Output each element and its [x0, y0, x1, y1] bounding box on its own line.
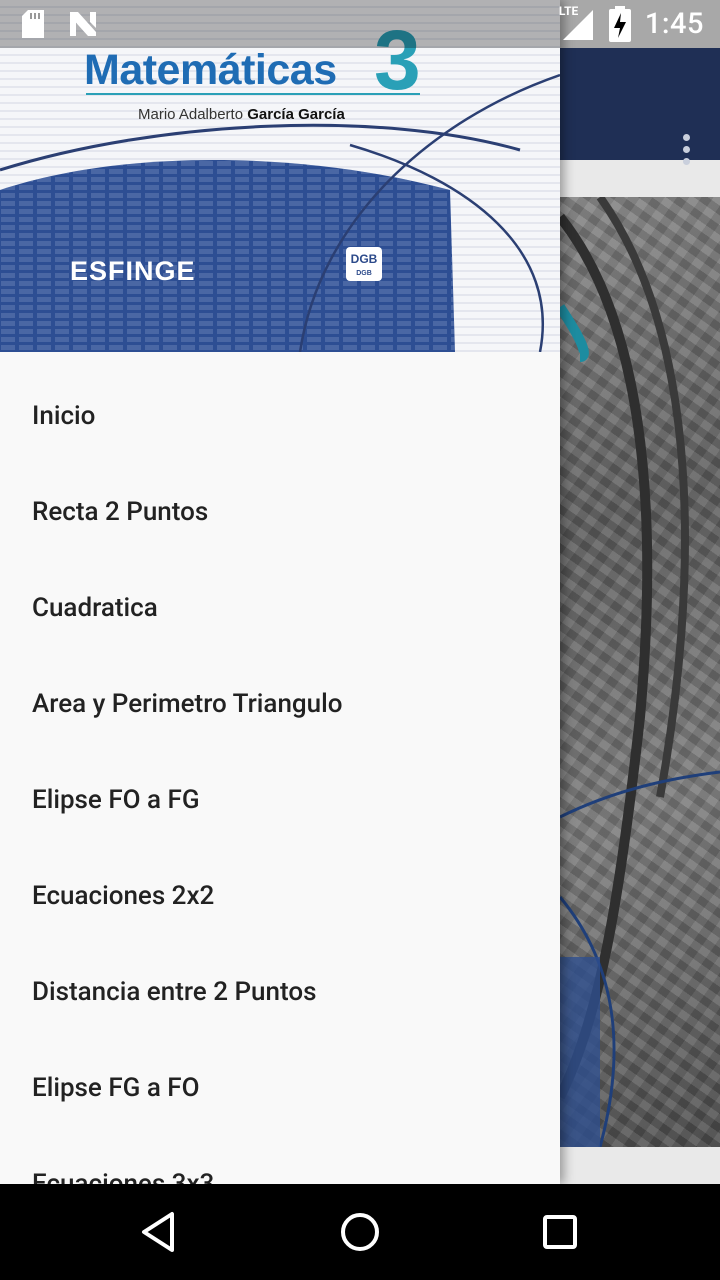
- drawer-header: Matemáticas 3 Mario Adalberto García Gar…: [0, 0, 560, 352]
- author-last-name: García García: [247, 106, 345, 123]
- book-title: Matemáticas: [84, 46, 337, 94]
- menu-item-label: Area y Perimetro Triangulo: [32, 689, 343, 719]
- back-triangle-icon[interactable]: [136, 1208, 184, 1256]
- signal-icon: LTE: [559, 4, 595, 42]
- menu-item-label: Elipse FO a FG: [32, 785, 200, 815]
- clock: 1:45: [644, 7, 704, 41]
- navigation-drawer: Matemáticas 3 Mario Adalberto García Gar…: [0, 0, 560, 1184]
- menu-item-label: Cuadratica: [32, 593, 158, 623]
- author-first-name: Mario Adalberto: [138, 106, 244, 123]
- menu-item-label: Ecuaciones 2x2: [32, 881, 215, 911]
- n-notification-icon: [70, 12, 96, 36]
- dgb-logo-text: DGB: [350, 252, 378, 266]
- menu-item-elipse-fo-a-fg[interactable]: Elipse FO a FG: [0, 754, 560, 850]
- battery-charging-icon: [608, 6, 631, 42]
- menu-item-label: Recta 2 Puntos: [32, 497, 209, 527]
- menu-item-distancia-2-puntos[interactable]: Distancia entre 2 Puntos: [0, 946, 560, 1042]
- dgb-logo-subtext: DGB: [356, 270, 372, 277]
- menu-item-area-perimetro-triangulo[interactable]: Area y Perimetro Triangulo: [0, 658, 560, 754]
- menu-item-label: Ecuaciones 3x3: [32, 1169, 215, 1184]
- book-author: Mario Adalberto García García: [138, 106, 345, 123]
- sd-card-icon: [22, 10, 44, 38]
- menu-item-ecuaciones-3x3[interactable]: Ecuaciones 3x3: [0, 1138, 560, 1184]
- menu-item-elipse-fg-a-fo[interactable]: Elipse FG a FO: [0, 1042, 560, 1138]
- menu-item-cuadratica[interactable]: Cuadratica: [0, 562, 560, 658]
- menu-item-label: Elipse FG a FO: [32, 1073, 200, 1103]
- menu-item-label: Distancia entre 2 Puntos: [32, 977, 317, 1007]
- publisher-name: ESFINGE: [70, 256, 196, 286]
- drawer-menu: Inicio Recta 2 Puntos Cuadratica Area y …: [0, 370, 560, 1184]
- dgb-logo: DGB DGB: [346, 247, 382, 281]
- system-nav-bar: [0, 1184, 720, 1280]
- recents-square-icon[interactable]: [536, 1208, 584, 1256]
- menu-item-label: Inicio: [32, 401, 96, 431]
- home-circle-icon[interactable]: [336, 1208, 384, 1256]
- menu-item-inicio[interactable]: Inicio: [0, 370, 560, 466]
- status-bar: LTE 1:45: [0, 0, 720, 48]
- menu-item-recta-2-puntos[interactable]: Recta 2 Puntos: [0, 466, 560, 562]
- menu-item-ecuaciones-2x2[interactable]: Ecuaciones 2x2: [0, 850, 560, 946]
